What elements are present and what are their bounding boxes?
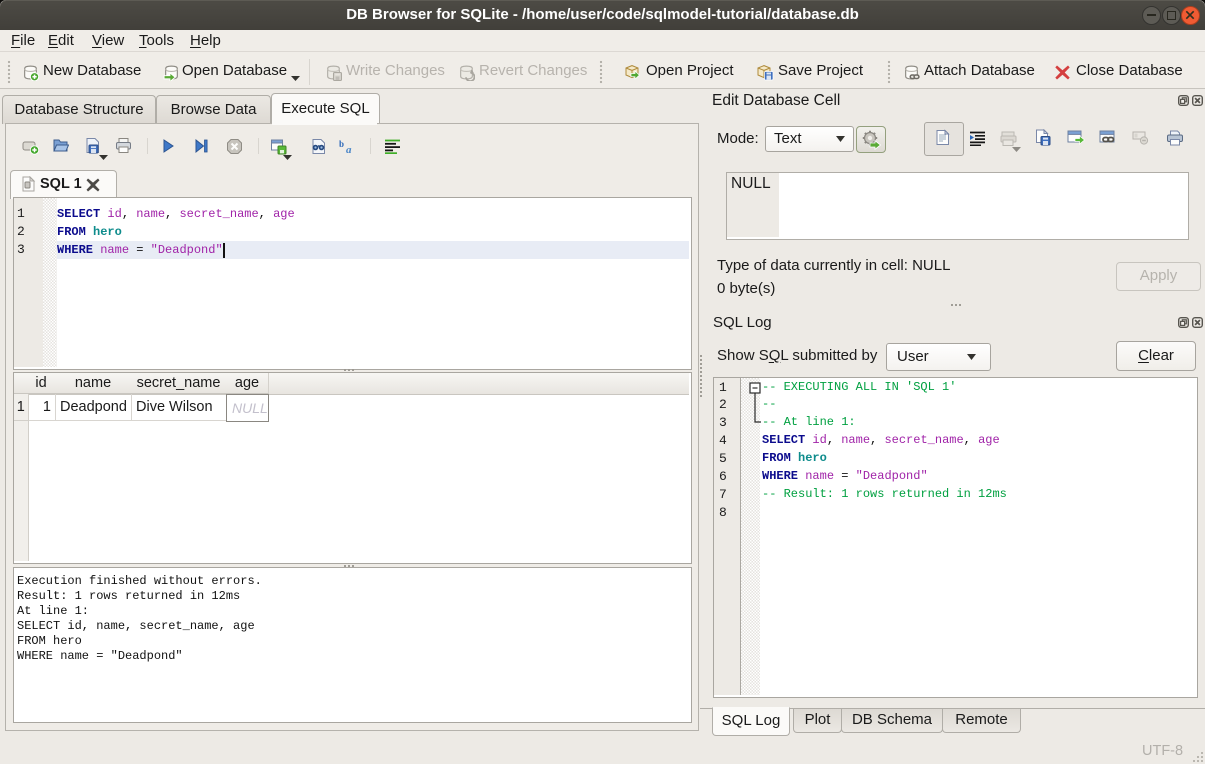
svg-text:a: a [346,144,352,155]
svg-text:b: b [339,139,344,149]
